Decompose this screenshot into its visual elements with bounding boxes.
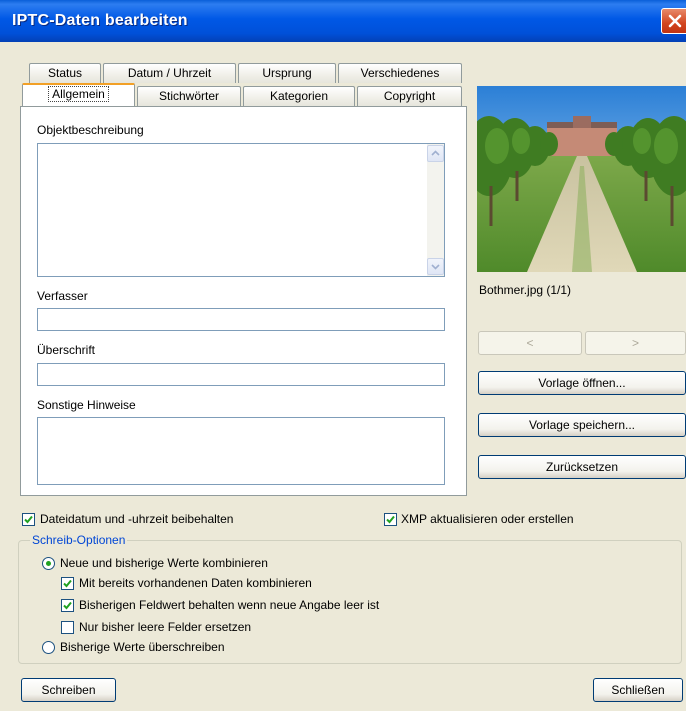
image-preview — [477, 86, 686, 272]
hinweise-label: Sonstige Hinweise — [37, 398, 136, 412]
objektbeschreibung-label: Objektbeschreibung — [37, 123, 144, 137]
close-icon — [668, 14, 682, 28]
objektbeschreibung-scrollbar[interactable] — [427, 144, 444, 276]
nur-leere-checkbox[interactable] — [61, 621, 74, 634]
checkmark-icon — [63, 601, 72, 610]
bisherigen-checkbox[interactable] — [61, 599, 74, 612]
vorlage-oeffnen-button[interactable]: Vorlage öffnen... — [478, 371, 686, 395]
tab-datum-uhrzeit[interactable]: Datum / Uhrzeit — [103, 63, 236, 83]
schreib-optionen-title: Schreib-Optionen — [30, 533, 128, 547]
next-image-button[interactable]: > — [585, 331, 686, 355]
tab-stichwoerter[interactable]: Stichwörter — [137, 86, 241, 106]
chevron-down-icon — [431, 264, 440, 270]
tab-ursprung[interactable]: Ursprung — [238, 63, 336, 83]
title-bar: IPTC-Daten bearbeiten — [0, 0, 686, 42]
radio-ueberschreiben[interactable] — [42, 641, 55, 654]
objektbeschreibung-textarea[interactable] — [37, 143, 445, 277]
tab-copyright[interactable]: Copyright — [357, 86, 462, 106]
verfasser-label: Verfasser — [37, 289, 88, 303]
hinweise-textarea[interactable] — [37, 417, 445, 485]
checkmark-icon — [386, 515, 395, 524]
radio-ueberschreiben-label: Bisherige Werte überschreiben — [60, 640, 225, 654]
dateidatum-label: Dateidatum und -uhrzeit beibehalten — [40, 512, 234, 526]
bisherigen-label: Bisherigen Feldwert behalten wenn neue A… — [79, 598, 380, 612]
zuruecksetzen-button[interactable]: Zurücksetzen — [478, 455, 686, 479]
xmp-checkbox[interactable] — [384, 513, 397, 526]
checkmark-icon — [63, 579, 72, 588]
previous-image-button[interactable]: < — [478, 331, 582, 355]
tab-status[interactable]: Status — [29, 63, 101, 83]
tab-panel-allgemein: Objektbeschreibung Verfasser Überschrift… — [20, 106, 467, 496]
nur-leere-label: Nur bisher leere Felder ersetzen — [79, 620, 252, 634]
window-title: IPTC-Daten bearbeiten — [12, 12, 188, 29]
radio-selected-dot — [46, 561, 51, 566]
scroll-up-button[interactable] — [427, 145, 444, 162]
mit-bereits-checkbox[interactable] — [61, 577, 74, 590]
close-button[interactable] — [661, 8, 686, 34]
verfasser-input[interactable] — [37, 308, 445, 331]
xmp-label: XMP aktualisieren oder erstellen — [401, 512, 574, 526]
radio-kombinieren-label: Neue und bisherige Werte kombinieren — [60, 556, 268, 570]
tab-verschiedenes[interactable]: Verschiedenes — [338, 63, 462, 83]
checkmark-icon — [24, 515, 33, 524]
chevron-up-icon — [431, 150, 440, 156]
scroll-down-button[interactable] — [427, 258, 444, 275]
schliessen-button[interactable]: Schließen — [593, 678, 683, 702]
preview-photo — [477, 86, 686, 272]
tab-allgemein[interactable]: Allgemein — [22, 83, 135, 106]
schreiben-button[interactable]: Schreiben — [21, 678, 116, 702]
ueberschrift-input[interactable] — [37, 363, 445, 386]
dateidatum-checkbox[interactable] — [22, 513, 35, 526]
tab-kategorien[interactable]: Kategorien — [243, 86, 355, 106]
ueberschrift-label: Überschrift — [37, 343, 96, 357]
vorlage-speichern-button[interactable]: Vorlage speichern... — [478, 413, 686, 437]
radio-kombinieren[interactable] — [42, 557, 55, 570]
mit-bereits-label: Mit bereits vorhandenen Daten kombiniere… — [79, 576, 312, 590]
preview-filename: Bothmer.jpg (1/1) — [479, 283, 572, 297]
